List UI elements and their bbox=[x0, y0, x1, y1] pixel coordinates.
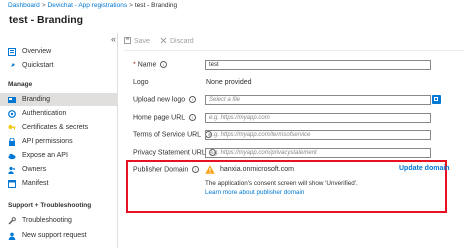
breadcrumb-separator: > bbox=[41, 2, 46, 9]
sidebar-item-label: Certificates & secrets bbox=[22, 124, 89, 131]
quickstart-icon bbox=[8, 62, 16, 70]
browse-file-button[interactable] bbox=[432, 95, 441, 104]
cloud-icon bbox=[8, 152, 16, 160]
terms-of-service-field[interactable]: e.g. https://myapp.com/termsofservice bbox=[205, 130, 431, 140]
sidebar-item-label: New support request bbox=[22, 232, 87, 239]
page-title: test - Branding bbox=[9, 14, 84, 26]
command-bar: Save Discard bbox=[124, 35, 204, 47]
sidebar-item-label: Overview bbox=[22, 48, 52, 55]
discard-label: Discard bbox=[169, 37, 194, 45]
consent-note: The application's consent screen will sh… bbox=[205, 180, 358, 187]
upload-logo-label: Upload new logo i bbox=[133, 96, 197, 103]
branding-icon bbox=[8, 96, 16, 104]
warning-icon bbox=[205, 165, 215, 174]
sidebar-item-troubleshooting[interactable]: Troubleshooting bbox=[0, 214, 117, 227]
sidebar-heading-support: Support + Troubleshooting bbox=[8, 202, 92, 209]
manifest-icon bbox=[8, 179, 16, 188]
save-button[interactable]: Save bbox=[124, 36, 150, 46]
sidebar-item-authentication[interactable]: Authentication bbox=[0, 107, 117, 120]
learn-more-link[interactable]: Learn more about publisher domain bbox=[205, 189, 304, 196]
overview-icon bbox=[8, 47, 16, 56]
person-support-icon bbox=[8, 232, 16, 240]
breadcrumb-app-registrations[interactable]: Devichat - App registrations bbox=[48, 2, 127, 9]
sidebar-item-label: Branding bbox=[22, 96, 51, 103]
sidebar-item-expose-api[interactable]: Expose an API bbox=[0, 149, 117, 162]
sidebar-item-label: Authentication bbox=[22, 110, 67, 117]
authentication-icon bbox=[8, 109, 16, 118]
close-icon bbox=[160, 37, 167, 46]
info-icon[interactable]: i bbox=[160, 61, 168, 68]
sidebar-item-label: Owners bbox=[22, 166, 47, 173]
breadcrumb-separator: > bbox=[129, 2, 133, 9]
logo-label: Logo bbox=[133, 79, 149, 86]
sidebar-item-owners[interactable]: Owners bbox=[0, 163, 117, 176]
terms-of-service-label: Terms of Service URL i bbox=[133, 131, 212, 138]
update-domain-link[interactable]: Update domain bbox=[399, 165, 450, 172]
breadcrumb-dashboard[interactable]: Dashboard bbox=[8, 2, 40, 9]
info-icon[interactable]: i bbox=[192, 166, 200, 173]
name-field[interactable]: test bbox=[205, 60, 431, 70]
save-label: Save bbox=[134, 37, 150, 45]
required-marker: * bbox=[133, 61, 136, 69]
sidebar-item-label: Troubleshooting bbox=[22, 217, 72, 224]
privacy-statement-field[interactable]: e.g. https://myapp.com/privacystatement bbox=[205, 148, 431, 158]
collapse-sidebar-icon[interactable]: « bbox=[111, 34, 116, 44]
sidebar-item-quickstart[interactable]: Quickstart bbox=[0, 59, 117, 72]
publisher-domain-label: Publisher Domain i bbox=[133, 166, 200, 173]
toolbar-divider bbox=[124, 50, 464, 51]
save-icon bbox=[124, 36, 131, 46]
owners-icon bbox=[8, 166, 16, 174]
discard-button[interactable]: Discard bbox=[160, 37, 194, 46]
sidebar-item-label: Expose an API bbox=[22, 152, 68, 159]
homepage-url-field[interactable]: e.g. https://myapp.com bbox=[205, 113, 431, 123]
info-icon[interactable]: i bbox=[188, 114, 196, 121]
logo-value: None provided bbox=[206, 79, 252, 86]
breadcrumb-current: test - Branding bbox=[134, 2, 178, 9]
sidebar-item-branding[interactable]: Branding bbox=[0, 93, 117, 106]
privacy-statement-label: Privacy Statement URL i bbox=[133, 149, 217, 156]
homepage-url-label: Home page URL i bbox=[133, 114, 196, 121]
sidebar-item-new-support-request[interactable]: New support request bbox=[0, 229, 117, 242]
sidebar-item-label: API permissions bbox=[22, 138, 73, 145]
sidebar-item-certificates[interactable]: Certificates & secrets bbox=[0, 121, 117, 134]
sidebar-heading-manage: Manage bbox=[8, 81, 33, 88]
wrench-icon bbox=[8, 216, 16, 225]
sidebar-item-label: Quickstart bbox=[22, 62, 54, 69]
name-label: * Name i bbox=[133, 61, 168, 69]
breadcrumb: Dashboard > Devichat - App registrations > t… bbox=[8, 2, 177, 12]
sidebar-item-label: Manifest bbox=[22, 180, 49, 187]
info-icon[interactable]: i bbox=[189, 96, 197, 103]
api-permissions-icon bbox=[8, 137, 16, 146]
upload-logo-field[interactable]: Select a file bbox=[205, 95, 431, 105]
publisher-domain-value: hanxia.onmicrosoft.com bbox=[220, 166, 294, 173]
sidebar-item-api-permissions[interactable]: API permissions bbox=[0, 135, 117, 148]
key-icon bbox=[8, 124, 16, 132]
sidebar-item-manifest[interactable]: Manifest bbox=[0, 177, 117, 190]
sidebar-item-overview[interactable]: Overview bbox=[0, 45, 117, 58]
